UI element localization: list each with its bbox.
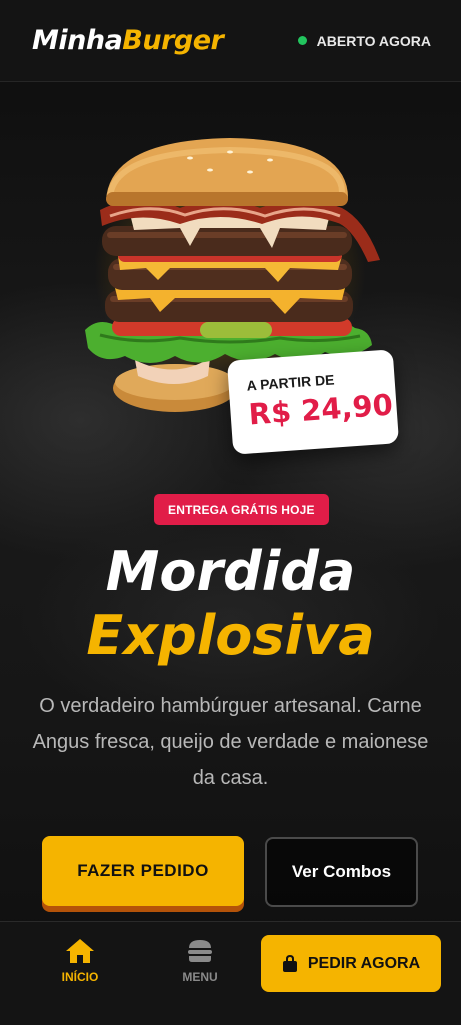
- open-status: ABERTO AGORA: [297, 32, 431, 49]
- price-value: R$ 24,90: [247, 387, 394, 432]
- hero-title-line1: Mordida: [105, 540, 356, 603]
- order-now-button[interactable]: PEDIR AGORA: [261, 935, 441, 992]
- free-delivery-badge: ENTREGA GRÁTIS HOJE: [154, 494, 329, 525]
- description-line: Angus fresca, queijo de verdade e maione…: [32, 731, 429, 753]
- view-combos-button[interactable]: Ver Combos: [265, 837, 418, 907]
- nav-home-label: INÍCIO: [61, 970, 99, 984]
- hero-title-line2: Explosiva: [86, 604, 375, 667]
- logo-text-white: Minha: [32, 25, 123, 56]
- nav-item-menu[interactable]: MENU: [160, 938, 240, 984]
- home-icon: [66, 939, 94, 963]
- status-dot-icon: [297, 36, 307, 45]
- shopping-bag-icon: [282, 954, 297, 972]
- top-header: MinhaBurger ABERTO AGORA: [0, 0, 461, 82]
- order-now-label: PEDIR AGORA: [307, 954, 421, 972]
- price-from-label: A PARTIR DE: [246, 371, 335, 394]
- burger-menu-icon: [188, 940, 212, 962]
- nav-menu-label: MENU: [182, 970, 218, 984]
- description-line: O verdadeiro hambúrguer artesanal. Carne: [39, 695, 422, 717]
- bottom-nav: INÍCIO MENU PEDIR AGORA: [0, 921, 461, 1025]
- brand-logo[interactable]: MinhaBurger: [32, 25, 224, 56]
- description-line: da casa.: [192, 767, 269, 789]
- logo-text-yellow: Burger: [122, 25, 224, 56]
- place-order-button[interactable]: FAZER PEDIDO: [42, 836, 244, 906]
- nav-item-home[interactable]: INÍCIO: [40, 938, 120, 984]
- hero-description: O verdadeiro hambúrguer artesanal. Carne…: [28, 688, 433, 796]
- status-label: ABERTO AGORA: [316, 32, 431, 49]
- price-tag: A PARTIR DE R$ 24,90: [226, 349, 400, 455]
